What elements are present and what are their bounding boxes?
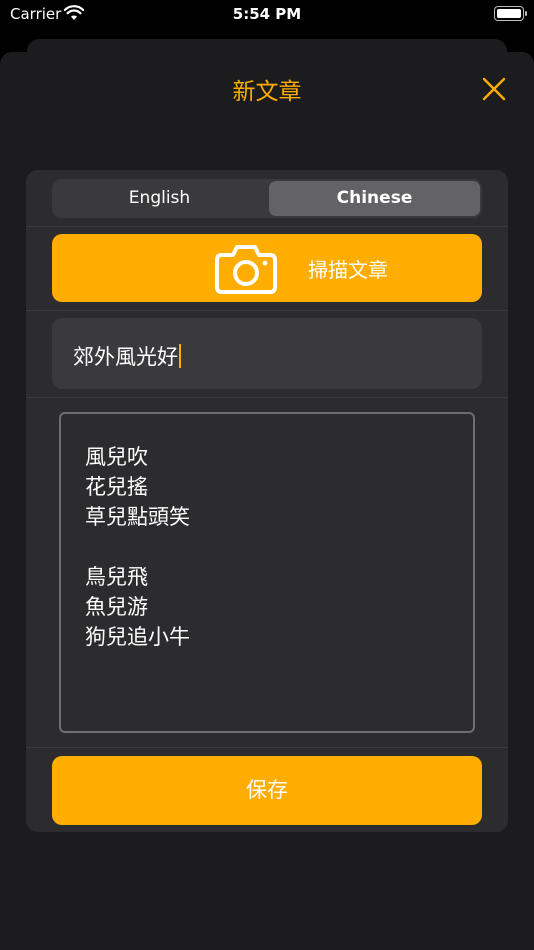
article-title-input[interactable]: 郊外風光好: [52, 318, 482, 389]
scan-article-button[interactable]: 掃描文章: [52, 234, 482, 302]
page-title: 新文章: [232, 79, 302, 105]
camera-icon: [215, 245, 277, 294]
clock: 5:54 PM: [232, 5, 302, 23]
segment-chinese[interactable]: Chinese: [269, 181, 480, 216]
save-button[interactable]: 保存: [52, 756, 482, 825]
divider: [26, 747, 508, 748]
article-content-text: 風兒吹 花兒搖 草兒點頭笑 鳥兒飛 魚兒游 狗兒追小牛: [85, 445, 190, 649]
status-bar: Carrier 5:54 PM: [0, 0, 534, 30]
divider: [26, 310, 508, 311]
text-cursor: [179, 344, 181, 368]
scan-article-label: 掃描文章: [308, 258, 388, 282]
language-segmented-control: English Chinese: [52, 179, 482, 218]
article-title-value: 郊外風光好: [73, 345, 178, 369]
divider: [26, 397, 508, 398]
battery-icon: [494, 6, 527, 21]
article-content-textarea[interactable]: 風兒吹 花兒搖 草兒點頭笑 鳥兒飛 魚兒游 狗兒追小牛: [59, 412, 475, 733]
close-icon[interactable]: [481, 76, 507, 102]
divider: [26, 226, 508, 227]
segment-english[interactable]: English: [54, 181, 265, 216]
